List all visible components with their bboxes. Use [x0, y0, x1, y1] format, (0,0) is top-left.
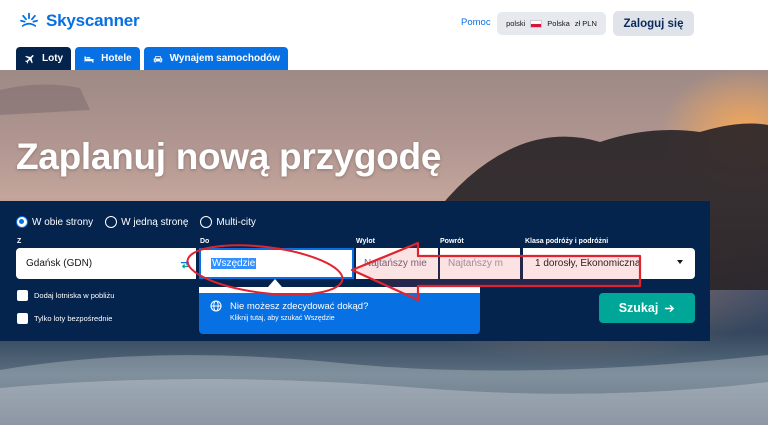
currency-label: zł PLN — [574, 19, 597, 28]
class-label: Klasa podróży i podróżni — [525, 238, 609, 245]
locale-button[interactable]: polski Polska zł PLN — [497, 12, 606, 35]
search-button-label: Szukaj — [618, 301, 659, 315]
country-label: Polska — [547, 19, 570, 28]
from-label: Z — [17, 238, 22, 245]
tab-flights[interactable]: Loty — [16, 47, 72, 70]
nearby-airports-label: Dodaj lotniska w pobliżu — [34, 291, 115, 300]
plane-icon — [25, 54, 34, 64]
tab-flights-label: Loty — [42, 53, 64, 64]
to-label: Do — [200, 238, 210, 245]
tab-car-hire[interactable]: Wynajem samochodów — [143, 47, 289, 70]
depart-value: Najtańszy mie — [364, 258, 427, 269]
tooltip-pointer — [268, 279, 282, 287]
direct-flights-label: Tylko loty bezpośrednie — [34, 314, 113, 323]
return-label: Powrót — [440, 238, 464, 245]
destination-value: Wszędzie — [211, 258, 257, 269]
product-tabs: Loty Hotele Wynajem samochodów — [16, 47, 289, 70]
trip-type-options: W obie strony W jedną stronę Multi-city — [16, 216, 256, 228]
direct-flights-option[interactable]: Tylko loty bezpośrednie — [17, 313, 112, 324]
language-label: polski — [506, 19, 526, 28]
multi-city-radio[interactable] — [200, 216, 213, 228]
search-button[interactable]: Szukaj — [599, 293, 695, 323]
cabin-class-select[interactable]: 1 dorosły, Ekonomiczna — [523, 248, 695, 279]
nearby-airports-option[interactable]: Dodaj lotniska w pobliżu — [17, 290, 114, 301]
return-value: Najtańszy m — [448, 258, 504, 269]
hero-title: Zaplanuj nową przygodę — [16, 136, 442, 177]
suggestion-title: Nie możesz zdecydować dokąd? — [230, 301, 369, 312]
round-trip-radio[interactable] — [16, 216, 28, 228]
car-icon — [153, 55, 162, 62]
globe-icon — [210, 300, 222, 312]
tab-hotels[interactable]: Hotele — [75, 47, 140, 70]
depart-label: Wylot — [356, 238, 375, 245]
help-link[interactable]: Pomoc — [461, 17, 491, 28]
sun-logo-icon — [20, 12, 38, 27]
trip-oneway[interactable]: W jedną stronę — [105, 216, 188, 228]
chevron-down-icon — [677, 260, 683, 264]
tab-car-hire-label: Wynajem samochodów — [169, 53, 281, 64]
swap-icon[interactable] — [180, 259, 191, 270]
tab-hotels-label: Hotele — [101, 53, 132, 64]
origin-input[interactable]: Gdańsk (GDN) — [16, 248, 196, 279]
skyscanner-logo[interactable]: Skyscanner — [18, 10, 140, 32]
return-date-input[interactable]: Najtańszy m — [440, 248, 520, 279]
one-way-radio[interactable] — [105, 216, 118, 228]
one-way-label: W jedną stronę — [121, 216, 189, 228]
poland-flag-icon — [530, 19, 543, 28]
trip-multicity[interactable]: Multi-city — [200, 216, 256, 228]
brand-name: Skyscanner — [46, 11, 140, 30]
depart-date-input[interactable]: Najtańszy mie — [356, 248, 438, 279]
direct-flights-checkbox[interactable] — [17, 313, 28, 324]
arrow-right-icon — [665, 304, 675, 312]
destination-input[interactable]: Wszędzie — [199, 248, 354, 279]
trip-round[interactable]: W obie strony — [16, 216, 93, 228]
cabin-class-value: 1 dorosły, Ekonomiczna — [535, 258, 641, 269]
multi-city-label: Multi-city — [216, 216, 256, 228]
everywhere-suggestion[interactable]: Nie możesz zdecydować dokąd? Kliknij tut… — [199, 293, 480, 334]
bed-icon — [84, 56, 94, 62]
origin-value: Gdańsk (GDN) — [26, 258, 93, 269]
round-trip-label: W obie strony — [32, 216, 94, 228]
login-button[interactable]: Zaloguj się — [613, 11, 694, 36]
site-header: Skyscanner Pomoc polski Polska zł PLN Za… — [0, 0, 768, 70]
nearby-airports-checkbox[interactable] — [17, 290, 28, 301]
suggestion-subtitle: Kliknij tutaj, aby szukać Wszędzie — [230, 315, 335, 322]
